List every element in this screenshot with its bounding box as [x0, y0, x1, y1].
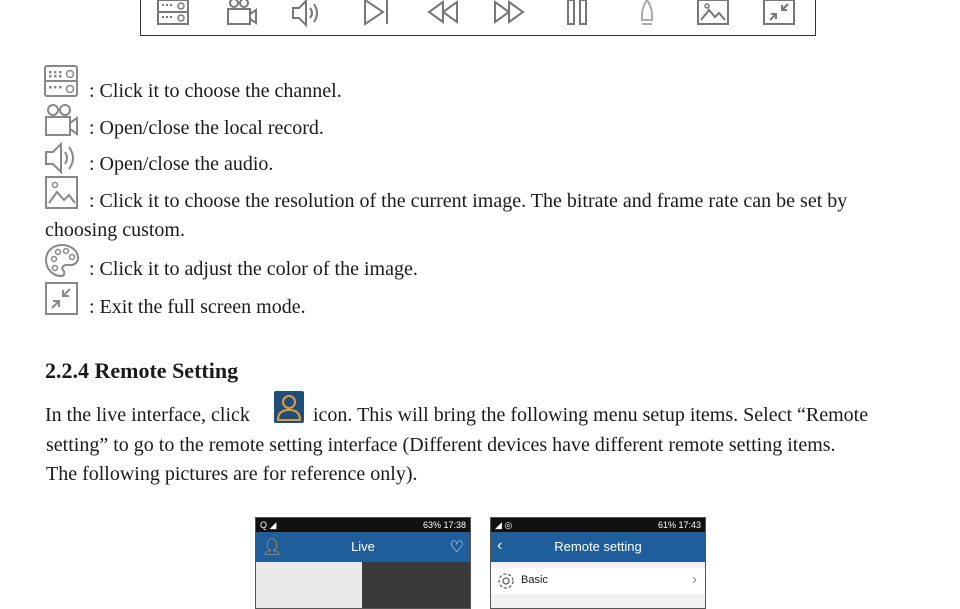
fast-forward-icon[interactable] — [491, 0, 527, 28]
player-toolbar — [140, 0, 816, 36]
video-pane[interactable] — [362, 562, 470, 608]
live-title: Live — [351, 539, 375, 554]
audio-speaker-icon — [44, 140, 80, 176]
user-icon — [274, 391, 304, 423]
exit-fullscreen-icon — [44, 281, 80, 317]
channel-grid-icon[interactable] — [155, 0, 191, 28]
remote-navbar: ‹ Remote setting — [491, 532, 705, 562]
channel-description: : Click it to choose the channel. — [89, 80, 342, 102]
live-view — [256, 562, 470, 608]
phone-remote-screenshot: ◢ ◎ 61% 17:43 ‹ Remote setting Basic › — [490, 517, 706, 609]
rocket-icon[interactable] — [629, 0, 665, 28]
record-camera-icon — [44, 103, 80, 139]
audio-speaker-icon[interactable] — [289, 0, 325, 28]
exit-fullscreen-description: : Exit the full screen mode. — [89, 296, 306, 318]
heart-icon[interactable]: ♡ — [450, 537, 464, 557]
image-resolution-icon — [44, 175, 80, 211]
resolution-description: : Click it to choose the resolution of t… — [89, 190, 848, 212]
record-description: : Open/close the local record. — [89, 117, 324, 139]
section-heading: 2.2.4 Remote Setting — [45, 358, 239, 383]
pause-icon[interactable] — [559, 0, 595, 28]
remote-title: Remote setting — [554, 539, 642, 554]
record-camera-icon[interactable] — [223, 0, 259, 28]
paragraph-line-2: setting” to go to the remote setting int… — [46, 434, 836, 456]
color-description: : Click it to adjust the color of the im… — [89, 258, 418, 280]
paragraph-line-3: The following pictures are for reference… — [46, 463, 418, 485]
image-resolution-icon[interactable] — [695, 0, 731, 28]
audio-description: : Open/close the audio. — [89, 153, 274, 175]
chevron-right-icon: › — [692, 571, 697, 588]
paragraph-line-1b: icon. This will bring the following menu… — [313, 404, 869, 426]
gear-icon — [498, 573, 514, 589]
status-bar: ◢ ◎ 61% 17:43 — [491, 518, 705, 532]
status-right: 63% 17:38 — [422, 520, 466, 530]
paragraph-line-1a: In the live interface, click — [45, 404, 250, 426]
live-navbar: 👤︎ Live ♡ — [256, 532, 470, 562]
play-icon[interactable] — [357, 0, 393, 28]
color-palette-icon — [44, 243, 80, 279]
phone-live-screenshot: Q ◢ 63% 17:38 👤︎ Live ♡ — [255, 517, 471, 609]
exit-fullscreen-icon[interactable] — [761, 0, 797, 28]
resolution-description-cont: choosing custom. — [45, 219, 185, 241]
menu-item-label: Basic — [521, 574, 548, 586]
channel-grid-icon — [44, 64, 80, 100]
status-bar: Q ◢ 63% 17:38 — [256, 518, 470, 532]
status-right: 61% 17:43 — [657, 520, 701, 530]
rewind-icon[interactable] — [425, 0, 461, 28]
menu-item-basic[interactable]: Basic › — [491, 568, 705, 594]
